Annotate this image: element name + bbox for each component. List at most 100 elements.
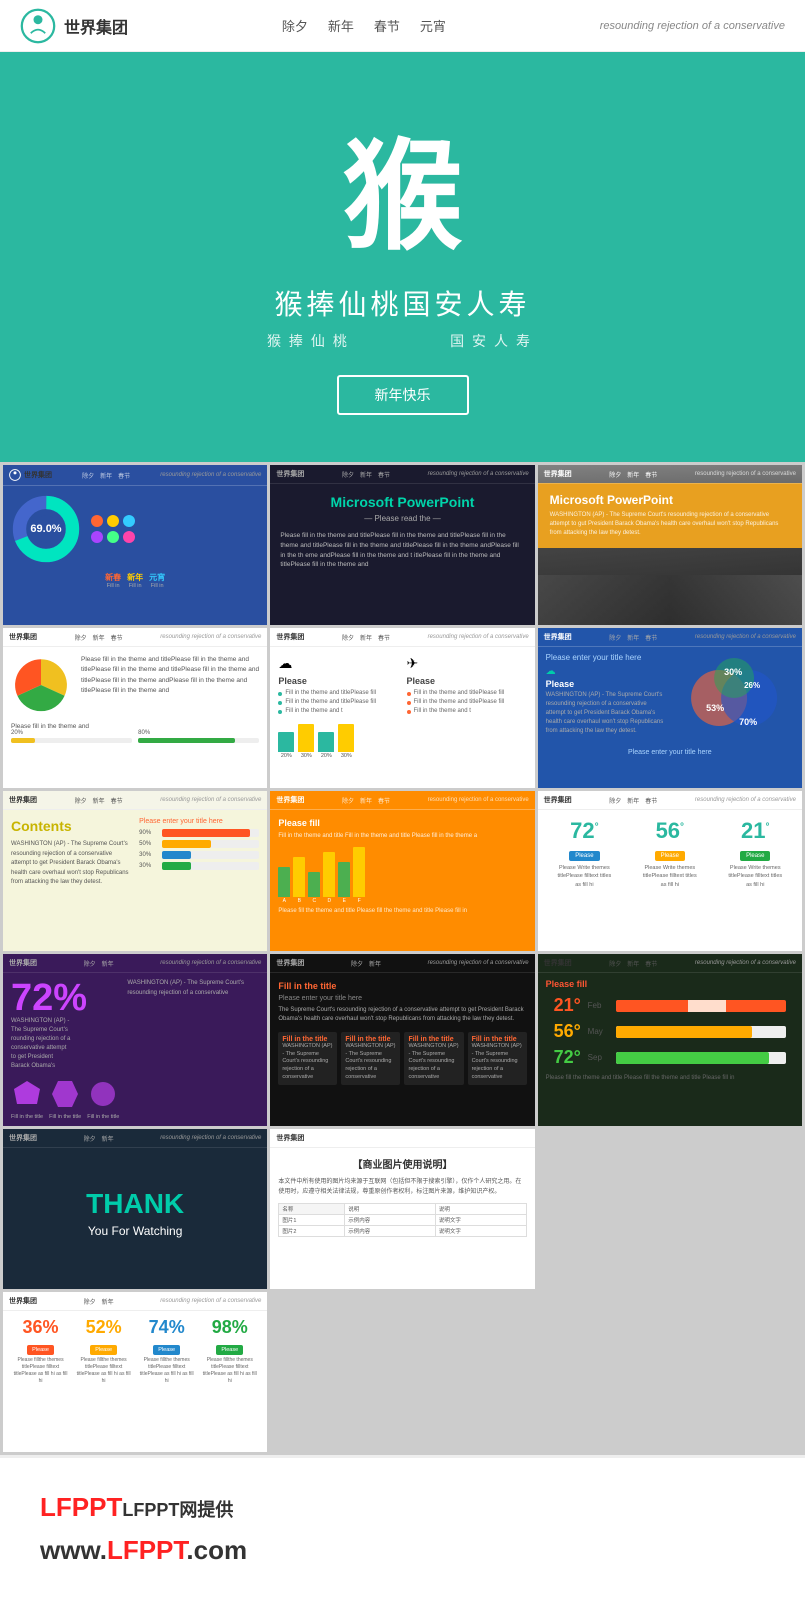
slide-3-body: WASHINGTON (AP) - The Supreme Court's re…: [550, 511, 790, 538]
stat-btn-1: Please: [27, 1345, 54, 1355]
hero-section: 猴 猴捧仙桃国安人寿 猴捧仙桃 国安人寿 新年快乐: [0, 52, 805, 462]
donut-label: 69.0%: [30, 523, 61, 535]
slide-2-title: Microsoft PowerPoint: [280, 494, 524, 510]
hbar-row-1: 21° Feb: [546, 995, 794, 1016]
stat-btn-2: Please: [90, 1345, 117, 1355]
contents-title: Contents: [11, 818, 131, 834]
col1-title: Please: [278, 676, 398, 686]
slide-1-icons: [91, 515, 135, 543]
slide-13-tagline: resounding rejection of a conservative: [160, 1135, 261, 1141]
hero-sub2: 猴捧仙桃 国安人寿: [267, 331, 538, 351]
slide-14-header: 世界集团: [270, 1129, 534, 1148]
svg-text:70%: 70%: [739, 717, 757, 727]
progress-bars: 20% 80%: [3, 730, 267, 751]
logo-icon: [20, 8, 56, 44]
nav-item-4[interactable]: 元宵: [420, 16, 446, 35]
nav-item-3[interactable]: 春节: [374, 16, 400, 35]
slide-8-header: 世界集团 除夕新年春节 resounding rejection of a co…: [270, 791, 534, 810]
slide-11: 世界集团 除夕新年 resounding rejection of a cons…: [270, 954, 534, 1126]
slide-10-text: WASHINGTON (AP) - The Supreme Court's ro…: [11, 1017, 71, 1071]
slide-7-content: Contents WASHINGTON (AP) - The Supreme C…: [3, 810, 267, 896]
slide-stats-header: 世界集团 除夕新年 resounding rejection of a cons…: [3, 1292, 267, 1311]
stat-3: 21° Please Please Write themes titlePlea…: [725, 818, 785, 889]
slide-1-header: 世界集团 除夕 新年 春节 resounding rejection of a …: [3, 465, 267, 486]
prog-2: 80%: [138, 730, 259, 743]
num-1: 72°: [554, 818, 614, 844]
stat-pct-2: 52%: [74, 1317, 133, 1338]
timeline-item-2: Fill in the title WASHINGTON (AP) - The …: [341, 1032, 400, 1085]
slide-5-tagline: resounding rejection of a conservative: [428, 634, 529, 640]
map-1: Fill in the title: [11, 1079, 43, 1120]
stat-btn-3: Please: [153, 1345, 180, 1355]
slide-3: 世界集团 除夕新年春节 resounding rejection of a co…: [538, 465, 802, 625]
plane-icon: ✈: [407, 655, 527, 672]
col2-item-3: Fill in the theme and t: [407, 708, 527, 714]
hero-character: 猴: [343, 99, 463, 273]
timeline-row: Fill in the title WASHINGTON (AP) - The …: [278, 1032, 526, 1085]
timeline-item-4: Fill in the title WASHINGTON (AP) - The …: [468, 1032, 527, 1085]
slide-logo: 世界集团: [9, 469, 52, 481]
slide-9: 世界集团 除夕新年春节 resounding rejection of a co…: [538, 791, 802, 951]
thank-sub: You For Watching: [88, 1224, 183, 1238]
slide-12-tagline: resounding rejection of a conservative: [695, 960, 796, 966]
slide-13-header: 世界集团 除夕新年 resounding rejection of a cons…: [3, 1129, 267, 1148]
stat-3-label: Please Write themes titlePlease filltext…: [725, 864, 785, 889]
slide-8-title: Please fill: [278, 818, 526, 828]
slide-12-title: Please fill: [546, 979, 794, 989]
slide-11-tagline: resounding rejection of a conservative: [428, 960, 529, 966]
stat-block-2: 52% Please Please fillthe themes titlePl…: [74, 1317, 133, 1385]
stats-4-row: 36% Please Please fillthe themes titlePl…: [3, 1311, 267, 1391]
slide-6-content: Please enter your title here ☁ Please WA…: [538, 647, 802, 749]
stat-pct-3: 74%: [137, 1317, 196, 1338]
donut-chart: 69.0%: [11, 494, 81, 564]
slide-12-content: Please fill 21° Feb 56° May 72° Sep: [538, 973, 802, 1089]
slide-6: 世界集团 除夕新年春节 resounding rejection of a co…: [538, 628, 802, 788]
slide-7-right: Please enter your title here 90% 50% 30%: [139, 818, 259, 888]
slide-5-col1: ☁ Please Fill in the theme and titlePlea…: [278, 655, 398, 717]
lfppt-line2: www.LFPPT.com: [40, 1531, 765, 1570]
slide-5: 世界集团 除夕新年春节 resounding rejection of a co…: [270, 628, 534, 788]
slide-12-header: 世界集团 除夕新年春节 resounding rejection of a co…: [538, 954, 802, 973]
slide-14-body: 本文件中所有使用的图片均来源于互联网（包括但不限于搜索引擎），仅作个人研究之用。…: [278, 1177, 526, 1197]
slide-14-table: 名称说明说明 图片1示例内容说明文字 图片2示例内容说明文字: [278, 1203, 526, 1237]
stat-pct-4: 98%: [200, 1317, 259, 1338]
timeline-item-3: Fill in the title WASHINGTON (AP) - The …: [404, 1032, 463, 1085]
slide-1: 世界集团 除夕 新年 春节 resounding rejection of a …: [3, 465, 267, 625]
slide-11-body: The Supreme Court's resounding rejection…: [278, 1006, 526, 1024]
bar-chart: A B C D E: [278, 849, 526, 904]
nav-item-1[interactable]: 除夕: [282, 16, 308, 35]
stat-block-3: 74% Please Please fillthe themes titlePl…: [137, 1317, 196, 1385]
slide-3-header: 世界集团 除夕新年春节 resounding rejection of a co…: [538, 465, 802, 484]
svg-text:53%: 53%: [706, 703, 724, 713]
slide-6-header: 世界集团 除夕新年春节 resounding rejection of a co…: [538, 628, 802, 647]
slide-8-tagline: resounding rejection of a conservative: [428, 797, 529, 803]
slide-12: 世界集团 除夕新年春节 resounding rejection of a co…: [538, 954, 802, 1126]
slide-10-tagline: resounding rejection of a conservative: [160, 960, 261, 966]
col1-item-1: Fill in the theme and titlePlease fill: [278, 690, 398, 696]
slide-6-col-body: WASHINGTON (AP) - The Supreme Court's re…: [546, 691, 666, 736]
slide-5-content: ☁ Please Fill in the theme and titlePlea…: [270, 647, 534, 725]
slide-13-content: THANK You For Watching: [3, 1148, 267, 1278]
slide-4-content: Please fill in the theme and titlePlease…: [3, 647, 267, 723]
slide-11-subtitle: Please enter your title here: [278, 995, 526, 1002]
slide-4-body: Please fill in the theme and titlePlease…: [81, 655, 259, 697]
prog-1: 20%: [11, 730, 132, 743]
hbar-row-2: 56° May: [546, 1021, 794, 1042]
header-tagline: resounding rejection of a conservative: [600, 20, 785, 32]
col2-item-2: Fill in the theme and titlePlease fill: [407, 699, 527, 705]
nav-item-2[interactable]: 新年: [328, 16, 354, 35]
hero-button[interactable]: 新年快乐: [337, 375, 469, 415]
hero-subtitle: 猴捧仙桃国安人寿: [274, 283, 530, 323]
maps-row: Fill in the title Fill in the title Fill…: [11, 1079, 119, 1120]
slide-7-header: 世界集团 除夕新年春节 resounding rejection of a co…: [3, 791, 267, 810]
stat-btn-4: Please: [216, 1345, 243, 1355]
slide-3-orange-box: Microsoft PowerPoint WASHINGTON (AP) - T…: [538, 483, 802, 548]
slide-10-content: 72% WASHINGTON (AP) - The Supreme Court'…: [3, 973, 267, 1126]
svg-text:26%: 26%: [744, 681, 760, 690]
slide-11-header: 世界集团 除夕新年 resounding rejection of a cons…: [270, 954, 534, 973]
col1-item-3: Fill in the theme and t: [278, 708, 398, 714]
pie-chart: [11, 655, 71, 715]
slide-3-tagline: resounding rejection of a conservative: [695, 471, 796, 477]
venn-diagram: 53% 70% 30% 26%: [674, 653, 794, 743]
slide-12-bottom: Please fill the theme and title Please f…: [546, 1074, 794, 1083]
